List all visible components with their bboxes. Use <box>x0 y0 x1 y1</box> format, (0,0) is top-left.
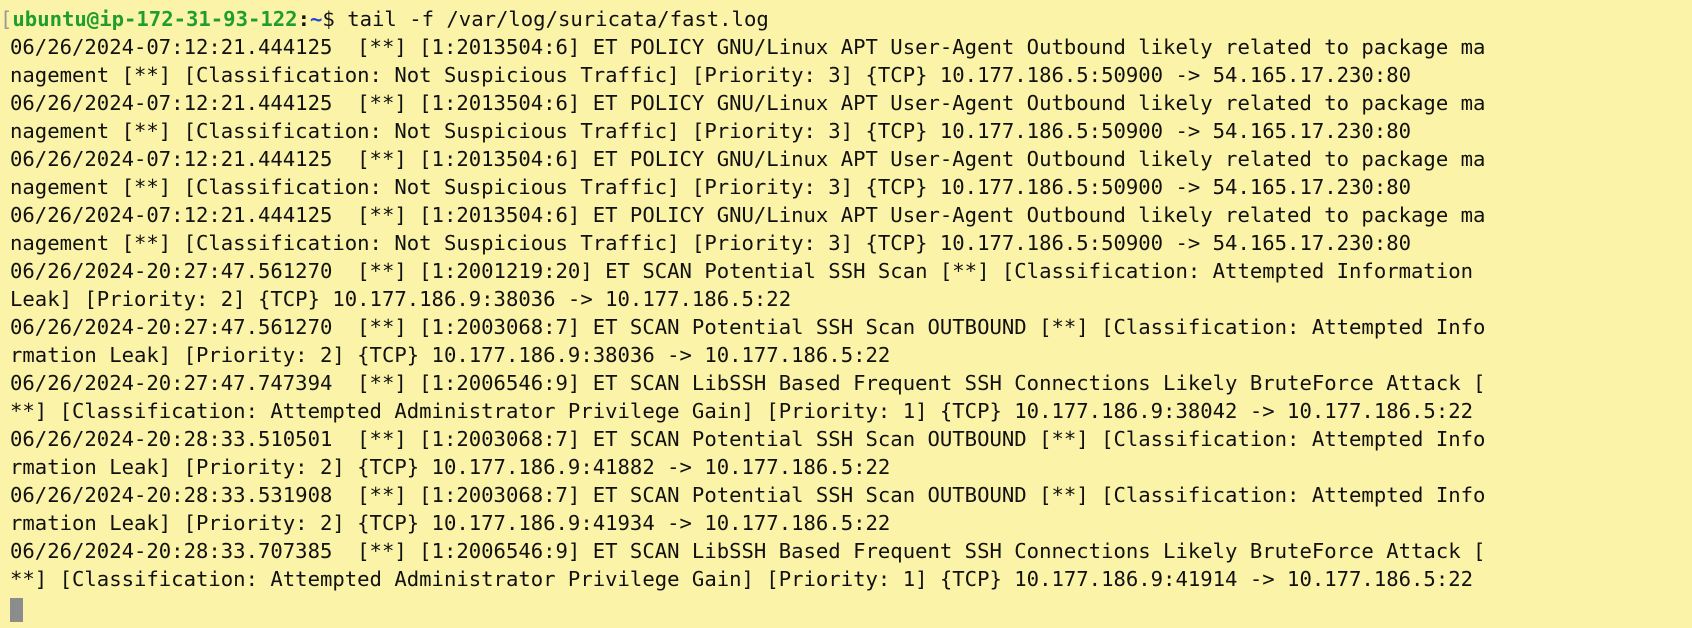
text-cursor <box>10 598 23 622</box>
log-line: **] [Classification: Attempted Administr… <box>10 567 1474 591</box>
log-line: 06/26/2024-20:28:33.707385 [**] [1:20065… <box>10 539 1486 563</box>
log-line: nagement [**] [Classification: Not Suspi… <box>10 231 1412 255</box>
log-line: rmation Leak] [Priority: 2] {TCP} 10.177… <box>10 511 891 535</box>
log-line: 06/26/2024-07:12:21.444125 [**] [1:20135… <box>10 203 1486 227</box>
log-line: nagement [**] [Classification: Not Suspi… <box>10 175 1412 199</box>
prompt-user-host: ubuntu@ip-172-31-93-122 <box>12 7 298 31</box>
log-line: 06/26/2024-07:12:21.444125 [**] [1:20135… <box>10 147 1486 171</box>
prompt-symbol: $ <box>322 7 348 31</box>
prompt-colon: : <box>297 7 310 31</box>
terminal-window[interactable]: [ubuntu@ip-172-31-93-122:~$ tail -f /var… <box>0 0 1692 628</box>
log-line: nagement [**] [Classification: Not Suspi… <box>10 63 1412 87</box>
prompt-command: tail -f /var/log/suricata/fast.log <box>347 7 769 31</box>
log-line: 06/26/2024-20:27:47.561270 [**] [1:20012… <box>10 259 1474 283</box>
log-output: 06/26/2024-07:12:21.444125 [**] [1:20135… <box>0 33 1692 593</box>
log-line: 06/26/2024-20:28:33.510501 [**] [1:20030… <box>10 427 1486 451</box>
log-line: 06/26/2024-07:12:21.444125 [**] [1:20135… <box>10 91 1486 115</box>
cursor-line[interactable] <box>0 593 1692 623</box>
log-line: 06/26/2024-20:27:47.561270 [**] [1:20030… <box>10 315 1486 339</box>
log-line: 06/26/2024-20:28:33.531908 [**] [1:20030… <box>10 483 1486 507</box>
log-line: rmation Leak] [Priority: 2] {TCP} 10.177… <box>10 455 891 479</box>
log-line: nagement [**] [Classification: Not Suspi… <box>10 119 1412 143</box>
prompt-line: [ubuntu@ip-172-31-93-122:~$ tail -f /var… <box>0 5 1692 33</box>
log-line: Leak] [Priority: 2] {TCP} 10.177.186.9:3… <box>10 287 792 311</box>
prompt-bracket: [ <box>0 7 13 31</box>
prompt-path: ~ <box>309 7 323 31</box>
log-line: 06/26/2024-20:27:47.747394 [**] [1:20065… <box>10 371 1486 395</box>
log-line: **] [Classification: Attempted Administr… <box>10 399 1474 423</box>
log-line: 06/26/2024-07:12:21.444125 [**] [1:20135… <box>10 35 1486 59</box>
log-line: rmation Leak] [Priority: 2] {TCP} 10.177… <box>10 343 891 367</box>
